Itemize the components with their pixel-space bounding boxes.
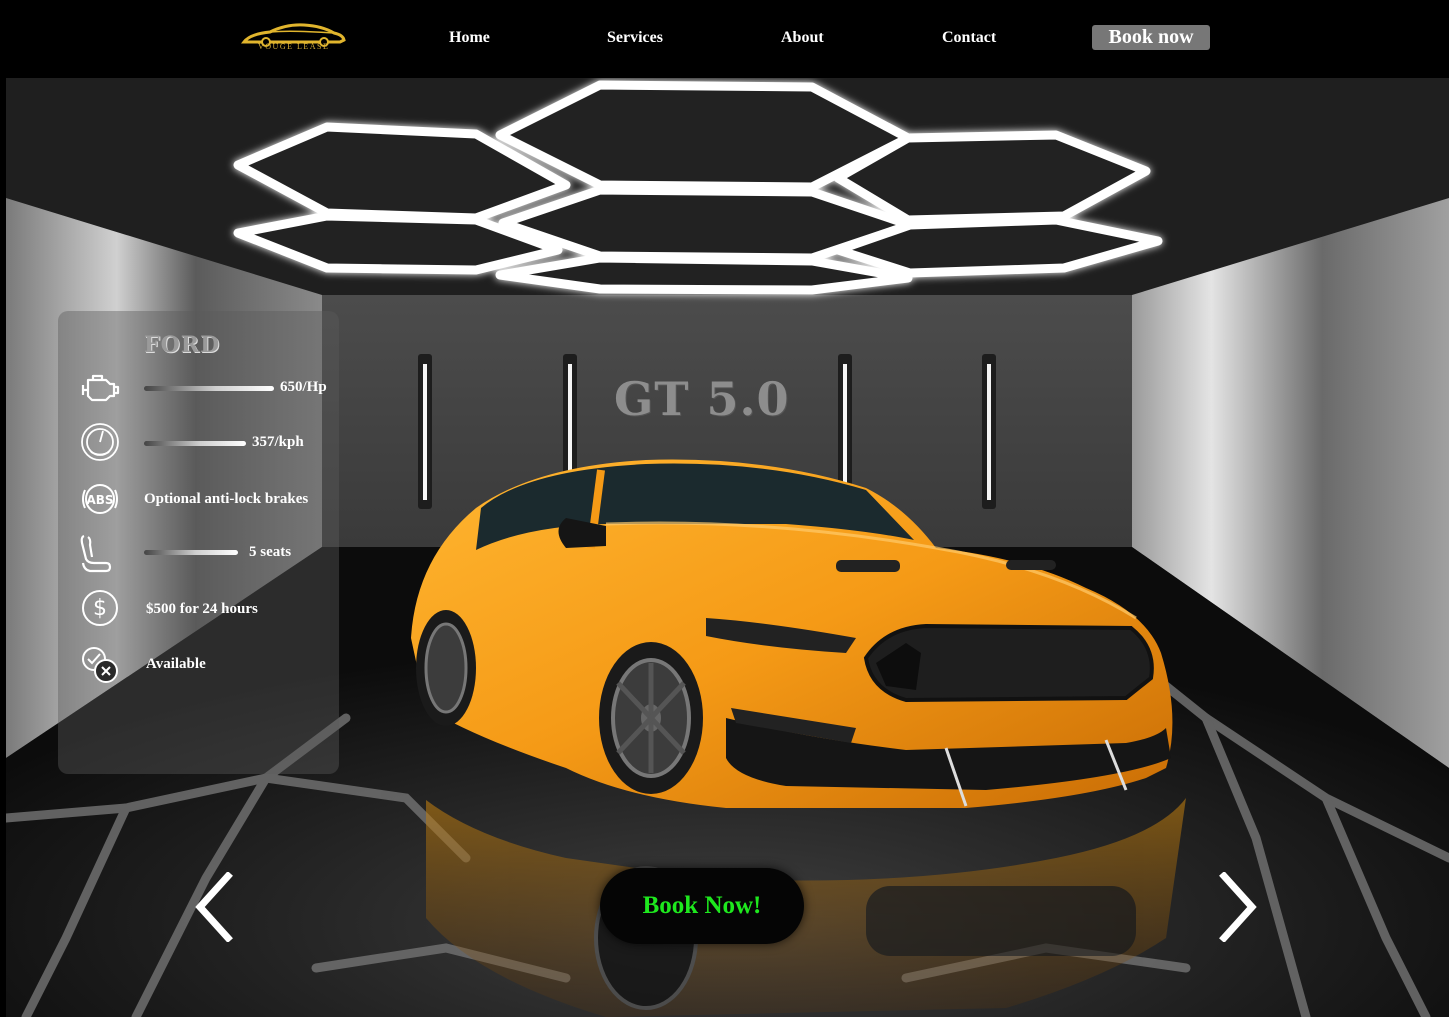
svg-text:ABS: ABS [86, 493, 113, 507]
dollar-icon: $ [82, 590, 118, 626]
horsepower-value: 650/Hp [280, 379, 327, 395]
seat-icon [80, 534, 112, 573]
nav-contact-link[interactable]: Contact [942, 29, 996, 47]
model-title: GT 5.0 [614, 372, 790, 426]
nav-about-link[interactable]: About [781, 29, 824, 47]
logo-text: VOUGE LEASE [258, 42, 330, 51]
previous-arrow-icon[interactable] [192, 872, 236, 942]
top-nav: VOUGE LEASE Home Services About Contact … [0, 0, 1449, 78]
nav-home-link[interactable]: Home [449, 29, 490, 47]
book-now-button[interactable]: Book Now! [600, 868, 804, 944]
next-arrow-icon[interactable] [1216, 872, 1260, 942]
engine-icon [81, 374, 120, 402]
brakes-value: Optional anti-lock brakes [144, 491, 309, 507]
horsepower-bar [144, 386, 274, 391]
logo[interactable]: VOUGE LEASE [240, 20, 348, 54]
car-make: FORD [144, 332, 221, 358]
availability-value: Available [146, 656, 206, 672]
abs-icon: ABS [82, 484, 118, 514]
speedometer-icon [81, 423, 119, 461]
price-value: $500 for 24 hours [146, 601, 258, 617]
top-speed-value: 357/kph [252, 434, 304, 450]
seats-value: 5 seats [249, 544, 292, 560]
svg-text:$: $ [93, 596, 107, 621]
availability-icon [82, 647, 118, 683]
nav-services-link[interactable]: Services [607, 29, 663, 47]
seats-bar [144, 550, 238, 555]
speed-bar [144, 441, 246, 446]
book-now-nav-button[interactable]: Book now [1092, 25, 1210, 50]
